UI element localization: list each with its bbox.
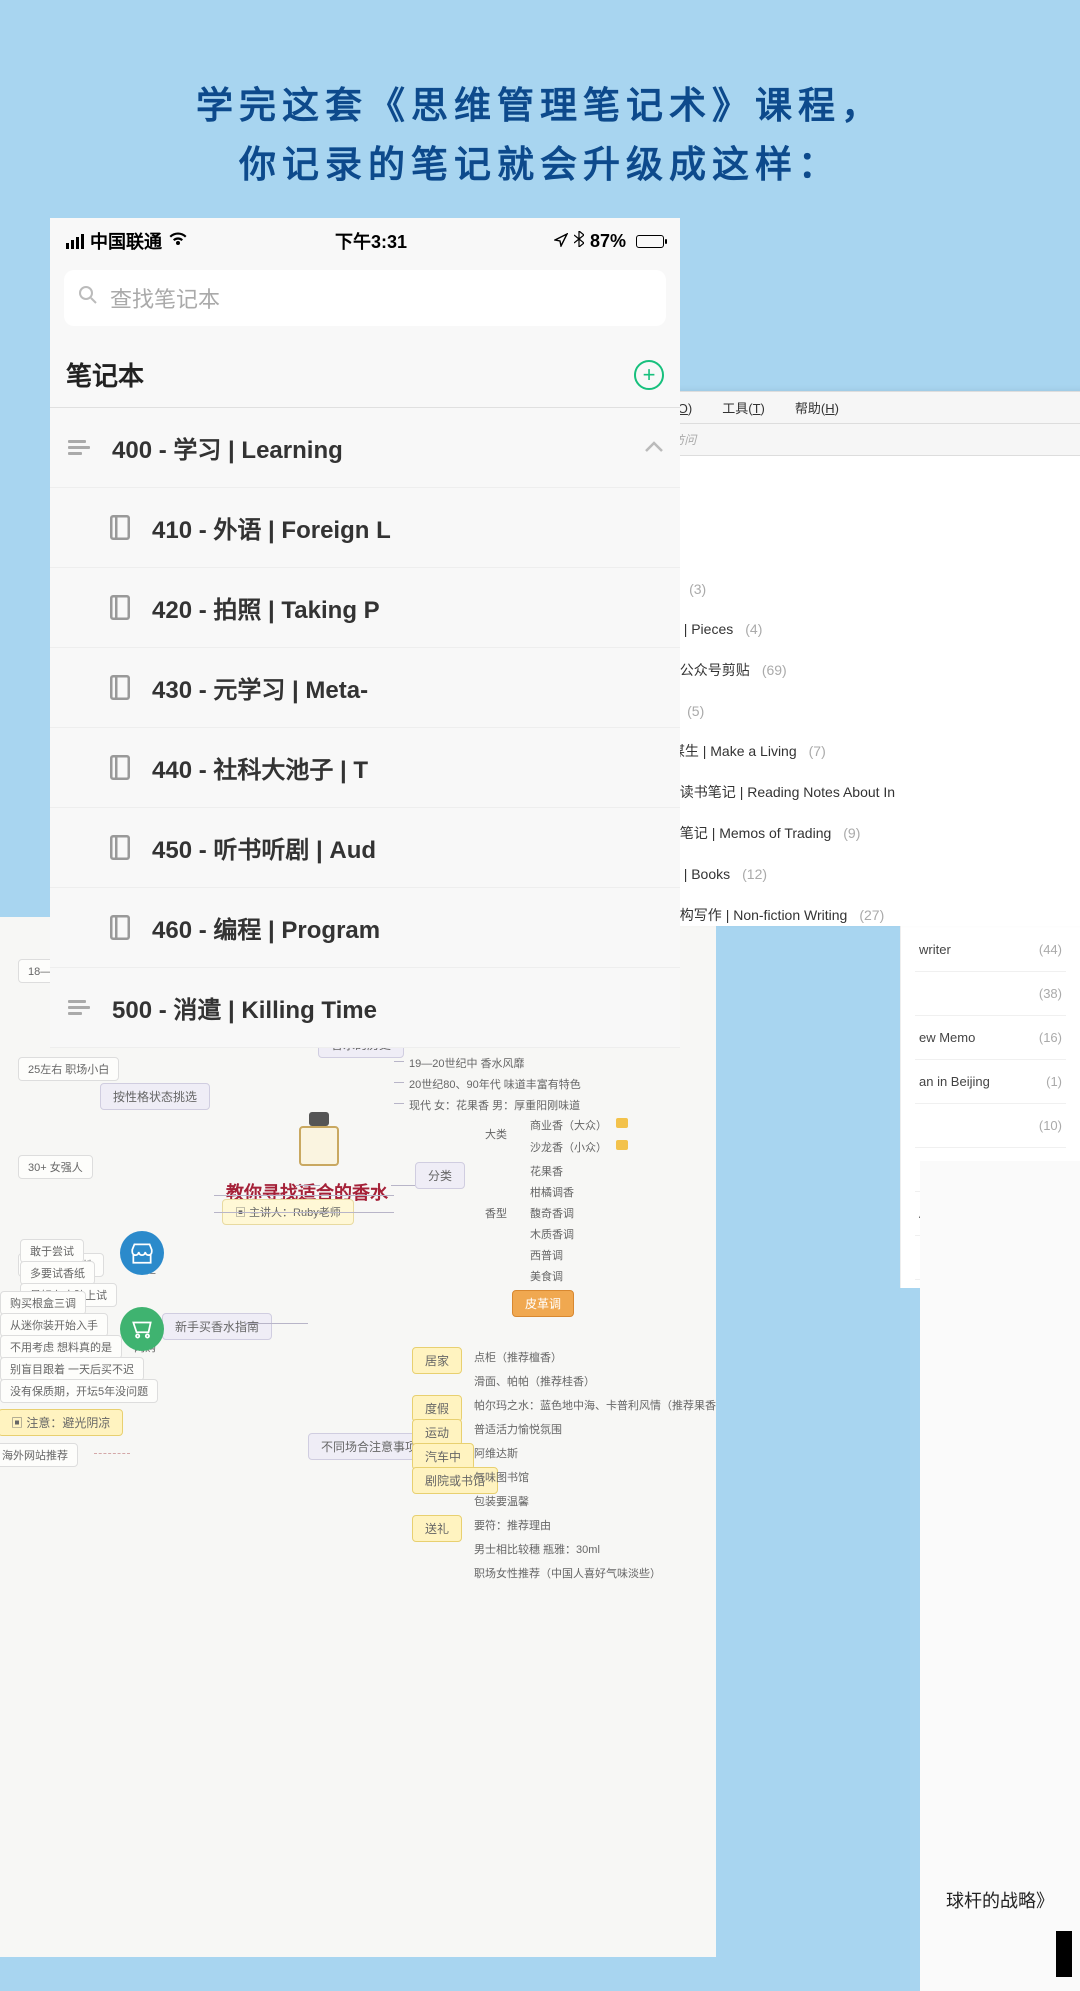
node-store-item: 敢于尝试 (20, 1239, 84, 1263)
book-icon (110, 755, 130, 780)
node-store-item: 多要试香纸 (20, 1261, 95, 1285)
mindmap-node: 美食调 (526, 1266, 567, 1286)
node-history-item: 现代 女：花果香 男：厚重阳刚味道 (405, 1095, 584, 1115)
notebook-item[interactable]: 430 - 元学习 | Meta- (50, 648, 680, 728)
status-bar: 中国联通 下午3:31 87% (50, 218, 680, 264)
book-icon (110, 675, 130, 700)
chevron-up-icon (644, 436, 664, 459)
mindmap-node: 包装要温馨 (470, 1491, 533, 1511)
mindmap-node: 阿维达斯 (470, 1443, 522, 1463)
mindmap-node: 木质香调 (526, 1224, 578, 1244)
notebook-item[interactable]: 440 - 社科大池子 | T (50, 728, 680, 808)
mindmap-node: 花果香 (526, 1161, 567, 1181)
notebook-stack-400[interactable]: 400 - 学习 | Learning (50, 408, 680, 488)
mindmap-node: 点柜（推荐檀香） (470, 1347, 566, 1367)
list-item[interactable]: (38) (915, 972, 1066, 1016)
signal-icon (66, 234, 84, 249)
battery-icon (632, 235, 664, 248)
store-icon (120, 1231, 164, 1275)
mindmap-node: 度假 (412, 1395, 462, 1422)
node-online-item: 购买根盒三调 (0, 1291, 86, 1315)
notebook-item[interactable]: 450 - 听书听剧 | Aud (50, 808, 680, 888)
battery-pct: 87% (590, 231, 626, 252)
node-oversea: 海外网站推荐 (0, 1443, 78, 1467)
mindmap-node: 职场女性推荐（中国人喜好气味淡些） (470, 1563, 665, 1583)
node-history-item: 20世纪80、90年代 味道丰富有特色 (405, 1074, 585, 1094)
book-icon (110, 915, 130, 940)
search-icon (78, 285, 98, 311)
stack-icon (66, 438, 90, 458)
location-icon (554, 231, 568, 252)
dark-bar (1056, 1931, 1072, 1977)
node-persona: 30+ 女强人 (18, 1155, 93, 1179)
search-placeholder: 查找笔记本 (110, 282, 220, 314)
search-input[interactable]: 查找笔记本 (64, 270, 666, 326)
mindmap-node: 馥奇香调 (526, 1203, 578, 1223)
mindmap-node: 气味图书馆 (470, 1467, 533, 1487)
mindmap-node: 要符：推荐理由 (470, 1515, 555, 1535)
node-note: ▣ 注意：避光阴凉 (0, 1409, 123, 1436)
mindmap-node: 商业香（大众） (526, 1115, 611, 1135)
mindmap-node: 西普调 (526, 1245, 567, 1265)
perfume-icon (296, 1112, 342, 1168)
cart-icon (120, 1307, 164, 1351)
node-persona-label: 按性格状态挑选 (100, 1083, 210, 1110)
list-item[interactable]: an in Beijing(1) (915, 1060, 1066, 1104)
node-online-item: 从迷你装开始入手 (0, 1313, 108, 1337)
mindmap-node: 柑橘调香 (526, 1182, 578, 1202)
node-guide: 新手买香水指南 (162, 1313, 272, 1340)
clock: 下午3:31 (335, 228, 407, 254)
phone-screenshot: 中国联通 下午3:31 87% 查找笔记本 笔记本 + 400 (50, 218, 680, 1048)
mindmap-node: 香型 (481, 1203, 511, 1223)
mindmap-node: 帕尔玛之水：蓝色地中海、卡普利风情（推荐果香） (470, 1395, 716, 1415)
node-online-item: 没有保质期，开坛5年没问题 (0, 1379, 158, 1403)
mindmap-node: 皮革调 (512, 1290, 574, 1317)
book-icon (110, 595, 130, 620)
list-item[interactable]: writer(44) (915, 928, 1066, 972)
node-persona: 25左右 职场小白 (18, 1057, 119, 1081)
menu-item[interactable]: 工具(T) (722, 398, 765, 417)
mindmap-node: 居家 (412, 1347, 462, 1374)
section-title: 笔记本 (66, 356, 144, 393)
notebook-item[interactable]: 410 - 外语 | Foreign L (50, 488, 680, 568)
notebook-item[interactable]: 420 - 拍照 | Taking P (50, 568, 680, 648)
list-item[interactable]: (10) (915, 1104, 1066, 1148)
wifi-icon (168, 231, 188, 252)
mindmap-node: 送礼 (412, 1515, 462, 1542)
mindmap-node: 大类 (481, 1124, 511, 1144)
headline-2: 你记录的笔记就会升级成这样： (40, 135, 1040, 194)
mindmap-node: 滑面、帕帕（推荐桂香） (470, 1371, 599, 1391)
node-online-item: 不用考虑 想料真的是 (0, 1335, 122, 1359)
partial-content: 球杆的战略》 (920, 1161, 1080, 1991)
book-icon (110, 515, 130, 540)
mindmap-node: 沙龙香（小众） (526, 1137, 611, 1157)
bluetooth-icon (574, 231, 584, 252)
mindmap-screenshot: 教你寻找适合的香水▣ 主讲人：Ruby老师香水的历史古埃及 埃及热后用来娱乐享受… (0, 917, 716, 1957)
mindmap-node: 男士相比较穗 瓶雅：30ml (470, 1539, 604, 1559)
add-notebook-button[interactable]: + (634, 360, 664, 390)
node-classify: 分类 (415, 1162, 465, 1189)
book-icon (110, 835, 130, 860)
mindmap-node: 普适活力愉悦氛围 (470, 1419, 566, 1439)
list-item[interactable]: ew Memo(16) (915, 1016, 1066, 1060)
mindmap-node: 运动 (412, 1419, 462, 1446)
carrier: 中国联通 (90, 228, 162, 254)
node-online-item: 别盲目跟着 一天后买不迟 (0, 1357, 144, 1381)
stack-icon (66, 998, 90, 1018)
node-history-item: 19—20世纪中 香水风靡 (405, 1053, 529, 1073)
headline-1: 学完这套《思维管理笔记术》课程， (40, 76, 1040, 135)
notebook-stack-500[interactable]: 500 - 消遣 | Killing Time (50, 968, 680, 1048)
mindmap-node: 汽车中 (412, 1443, 474, 1470)
notebook-item[interactable]: 460 - 编程 | Program (50, 888, 680, 968)
menu-item[interactable]: 帮助(H) (795, 398, 839, 417)
